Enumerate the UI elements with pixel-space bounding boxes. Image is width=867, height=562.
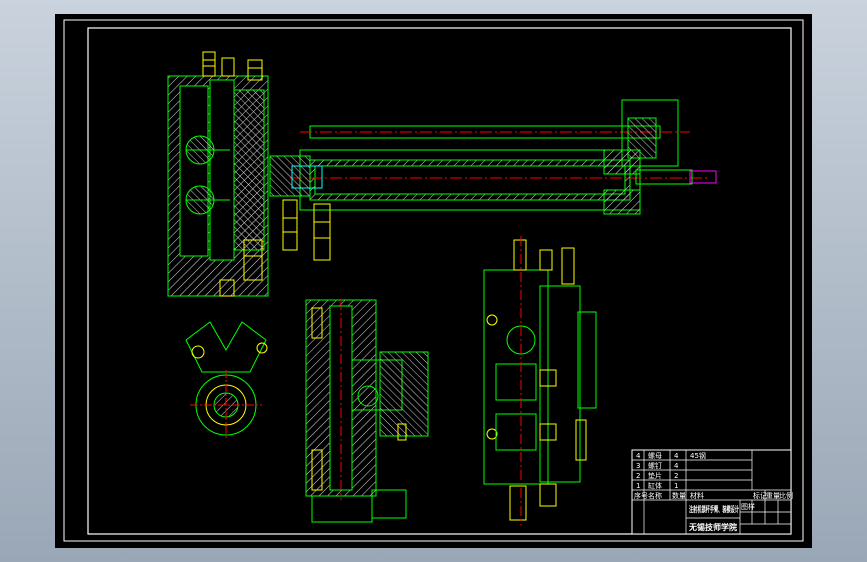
drawing-title: 注射机锁杆手臂、装模设计 [689,504,739,514]
title-block: 4 螺母 4 45钢 3 螺钉 4 2 垫片 2 1 缸体 1 序号 名称 数量… [631,449,793,535]
part-4-no: 1 [636,482,640,490]
stage-header-3: 重量 [766,492,780,500]
header-no: 序号 [634,491,648,500]
part-4-qty: 1 [674,482,678,490]
part-4-name: 缸体 [648,481,662,490]
part-1-qty: 4 [674,452,679,460]
header-name: 名称 [648,491,662,500]
header-material: 材料 [690,491,704,500]
stage-header-4: 比例 [779,491,793,500]
part-3-name: 垫片 [648,471,662,480]
part-1-material: 45钢 [690,451,706,460]
part-3-qty: 2 [674,472,678,480]
cad-drawing: 4 螺母 4 45钢 3 螺钉 4 2 垫片 2 1 缸体 1 序号 名称 数量… [55,14,812,548]
part-1-name: 螺母 [648,451,662,460]
stage-header-2: 标记 [753,491,767,500]
part-3-no: 2 [636,472,640,480]
part-2-qty: 4 [674,462,679,470]
school-name: 无锡技师学院 [688,522,737,532]
part-2-no: 3 [636,462,640,470]
stage-header-1: 图样 [741,502,755,511]
part-1-no: 4 [636,452,641,460]
header-qty: 数量 [672,491,686,500]
part-2-name: 螺钉 [648,461,662,470]
